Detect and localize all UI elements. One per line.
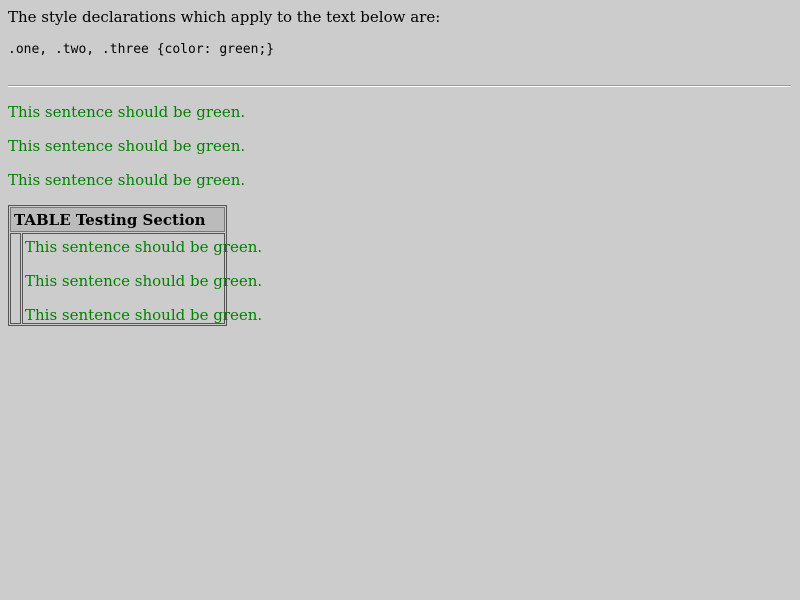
table-testing-section: TABLE Testing Section This sentence shou… [8,205,262,326]
green-sentence-one: This sentence should be green. [8,103,246,121]
style-declaration-code: .one, .two, .three {color: green;} [8,42,275,57]
table-content-cell: This sentence should be green. This sent… [22,233,262,324]
table-green-sentence-one: This sentence should be green. [25,238,263,256]
intro-text: The style declarations which apply to th… [8,8,441,26]
table-header-cell: TABLE Testing Section [10,207,225,232]
green-sentence-three: This sentence should be green. [8,171,246,189]
table-header-label: TABLE Testing Section [14,211,206,229]
green-sentence-two: This sentence should be green. [8,137,246,155]
table-green-sentence-three: This sentence should be green. [25,306,263,324]
table-green-sentence-two: This sentence should be green. [25,272,263,290]
table-empty-cell [10,233,21,324]
test-page: The style declarations which apply to th… [0,0,800,600]
horizontal-rule [8,85,791,87]
